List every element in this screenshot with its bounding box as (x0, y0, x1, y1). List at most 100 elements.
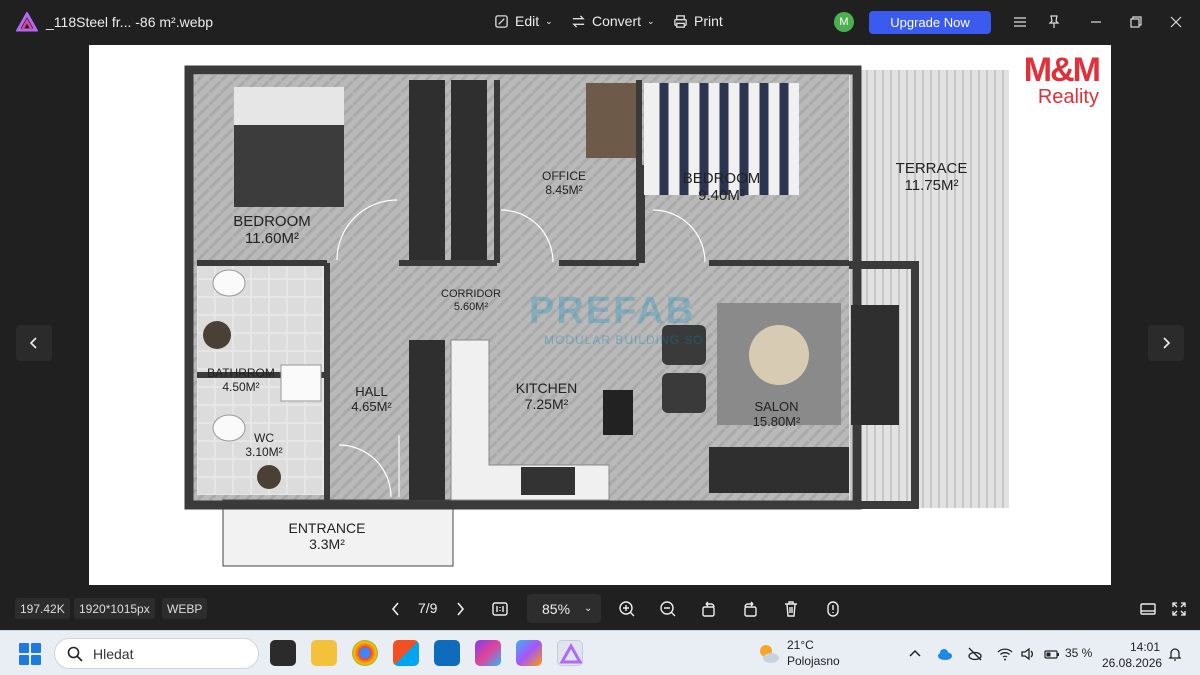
room-label-kitchen: KITCHEN 7.25M² (515, 380, 578, 413)
edit-menu[interactable]: Edit ⌄ (494, 13, 553, 29)
room-label-salon: SALON 15.80M² (752, 399, 801, 429)
previous-page-button[interactable] (384, 597, 408, 621)
room-label-bathroom: BATHRROM 4.50M² (207, 366, 275, 394)
zoom-select[interactable]: 85% ⌄ (527, 594, 601, 623)
brand-logo: M&M Reality (1023, 51, 1101, 109)
battery-icon (1044, 650, 1059, 659)
pin-button[interactable] (1042, 10, 1066, 34)
trash-icon (785, 601, 797, 617)
convert-label: Convert (592, 13, 642, 29)
wifi-button[interactable] (995, 644, 1015, 664)
outlook-icon[interactable] (434, 640, 460, 666)
cloud-off-icon (968, 647, 982, 661)
room-label-entrance: ENTRANCE 3.3M² (288, 520, 366, 553)
minimize-icon (1091, 21, 1101, 23)
room-label-corridor: CORRIDOR 5.60M² (441, 288, 501, 313)
battery-button[interactable] (1042, 644, 1062, 664)
file-explorer-icon[interactable] (311, 640, 337, 666)
pin-icon (1048, 15, 1060, 28)
notifications-button[interactable] (1165, 644, 1185, 664)
close-icon (1170, 16, 1182, 28)
watermark: PREFAB (529, 290, 696, 332)
title-bar: _118Steel fr... -86 m².webp Edit ⌄ Conve… (0, 0, 1200, 45)
user-avatar[interactable]: M (834, 12, 854, 32)
next-page-button[interactable] (448, 597, 472, 621)
actual-size-icon (492, 602, 508, 616)
window-title: _118Steel fr... -86 m².webp (46, 14, 214, 30)
info-button[interactable] (821, 597, 845, 621)
file-size-badge: 197.42K (15, 598, 70, 619)
chevron-right-icon (1163, 337, 1171, 349)
search-placeholder: Hledat (93, 645, 134, 662)
room-label-bedroom-2: BEDROOM 9.40M² (682, 170, 761, 205)
cloud-icon (938, 649, 952, 660)
show-hidden-icons-button[interactable] (905, 644, 925, 664)
page-indicator: 7/9 (418, 600, 438, 616)
battery-percent: 35 % (1065, 646, 1093, 660)
app-logo-icon (559, 642, 583, 664)
chevron-up-icon (909, 649, 921, 657)
network-status-button[interactable] (965, 644, 985, 664)
zoom-in-button[interactable] (615, 597, 639, 621)
room-label-wc: WC 3.10M² (245, 431, 283, 459)
upgrade-button[interactable]: Upgrade Now (869, 11, 991, 34)
rotate-left-button[interactable] (697, 597, 721, 621)
m365-icon[interactable] (475, 640, 501, 666)
system-clock[interactable]: 14:01 26.08.2026 (1102, 639, 1163, 671)
bell-icon (1168, 648, 1182, 661)
speaker-icon (1021, 647, 1033, 661)
minimize-button[interactable] (1084, 10, 1108, 34)
room-label-office: OFFICE 8.45M² (542, 169, 586, 197)
convert-menu[interactable]: Convert ⌄ (571, 13, 655, 29)
app-logo-icon (16, 12, 38, 32)
volume-button[interactable] (1018, 644, 1038, 664)
next-image-button[interactable] (1148, 325, 1184, 361)
onedrive-button[interactable] (935, 644, 955, 664)
room-label-bedroom-1: BEDROOM 11.60M² (233, 213, 311, 248)
weather-widget[interactable]: 21°C Polojasno (757, 638, 840, 669)
start-button[interactable] (19, 643, 41, 665)
slideshow-icon (1140, 603, 1156, 615)
fullscreen-button[interactable] (1167, 597, 1191, 621)
search-icon (67, 646, 83, 662)
wifi-icon (997, 648, 1013, 661)
room-label-hall: HALL 4.65M² (351, 384, 392, 414)
microsoft-store-icon[interactable] (393, 640, 419, 666)
previous-image-button[interactable] (16, 325, 52, 361)
chevron-left-icon (29, 337, 37, 349)
close-button[interactable] (1164, 10, 1188, 34)
actual-size-button[interactable] (488, 597, 512, 621)
delete-button[interactable] (779, 597, 803, 621)
chrome-icon[interactable] (352, 640, 378, 666)
image-viewer: M&M Reality PREFAB MODULAR BUILDING SO B… (0, 45, 1200, 590)
weather-temperature: 21°C (787, 638, 814, 652)
rotate-right-button[interactable] (738, 597, 762, 621)
convert-icon (572, 14, 585, 28)
clock-date: 26.08.2026 (1102, 656, 1163, 671)
print-button[interactable]: Print (673, 13, 723, 29)
menu-icon (1014, 17, 1026, 27)
chevron-down-icon: ⌄ (545, 15, 553, 26)
zoom-value: 85% (542, 600, 571, 617)
windows-taskbar: Hledat 21°C Polojasno 35 % 14:01 26.08.2… (0, 630, 1200, 675)
rotate-left-icon (702, 601, 715, 617)
image-viewer-app-icon[interactable] (557, 640, 583, 666)
edit-icon (495, 14, 508, 28)
room-label-terrace: TERRACE 11.75M² (895, 160, 968, 195)
brand-logo-main: M&M (1023, 51, 1101, 89)
zoom-out-button[interactable] (656, 597, 680, 621)
chevron-down-icon: ⌄ (584, 603, 593, 614)
partly-cloudy-icon (760, 644, 779, 663)
format-badge: WEBP (162, 598, 208, 619)
hamburger-menu-button[interactable] (1008, 10, 1032, 34)
dimensions-badge: 1920*1015px (74, 598, 155, 619)
copilot-icon[interactable] (516, 640, 542, 666)
rotate-right-icon (744, 601, 757, 617)
info-icon (827, 601, 839, 617)
restore-icon (1130, 16, 1142, 28)
taskbar-search[interactable]: Hledat (54, 638, 259, 669)
restore-button[interactable] (1124, 10, 1148, 34)
slideshow-button[interactable] (1136, 597, 1160, 621)
task-view-icon[interactable] (270, 640, 296, 666)
print-label: Print (694, 13, 723, 29)
